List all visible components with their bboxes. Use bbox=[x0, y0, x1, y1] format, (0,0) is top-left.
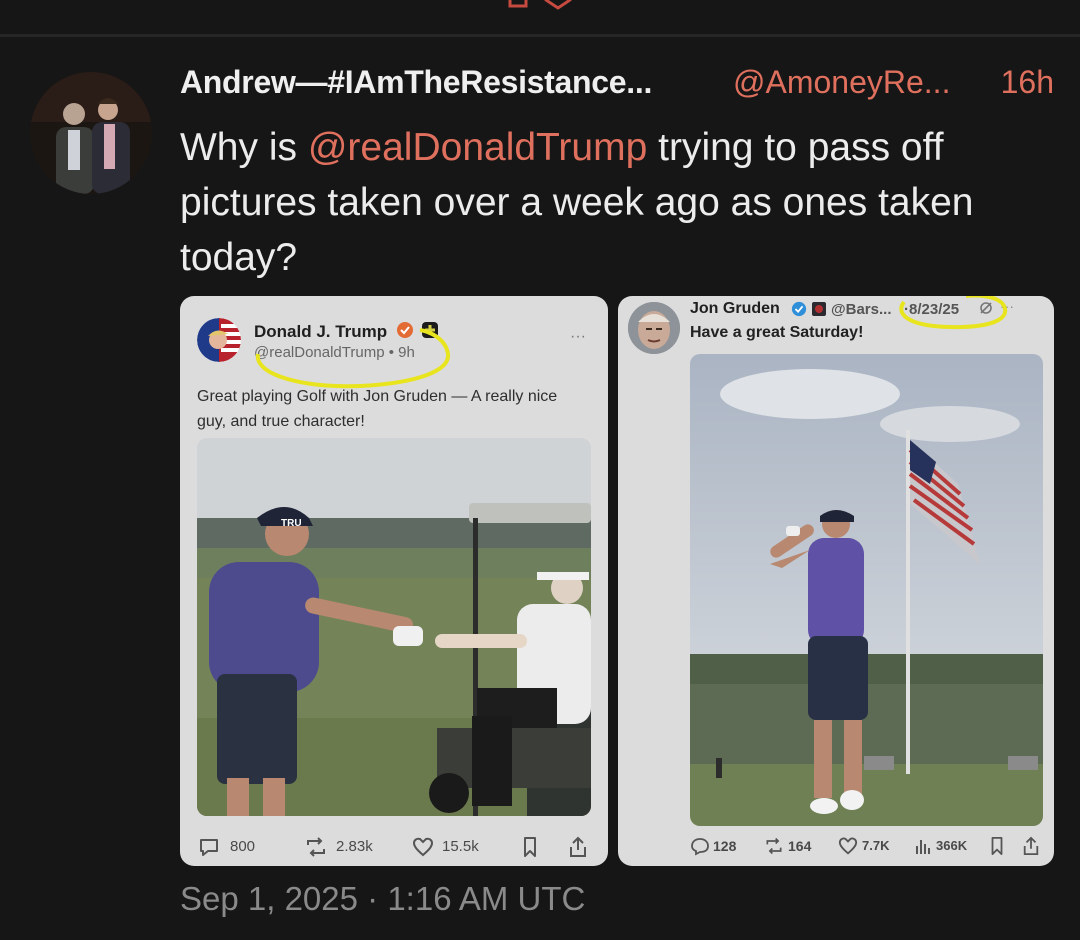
highlight-circle-annotation bbox=[899, 296, 1008, 330]
mention-link[interactable]: @realDonaldTrump bbox=[308, 126, 647, 169]
like-count-value: 7.7K bbox=[862, 838, 890, 853]
trump-post-text: Great playing Golf with Jon Gruden — A r… bbox=[197, 388, 558, 430]
bookmark-icon[interactable] bbox=[520, 836, 540, 858]
reply-count-value: 128 bbox=[713, 838, 737, 854]
gruden-avatar bbox=[628, 302, 680, 354]
tweet-relative-time[interactable]: 16h bbox=[1001, 64, 1054, 101]
top-cropped-icon bbox=[508, 0, 572, 10]
trump-avatar bbox=[197, 318, 241, 362]
view-count-value: 366K bbox=[936, 838, 968, 853]
golf-photo-handshake[interactable]: TRU bbox=[197, 438, 591, 816]
repost-count: 2.83k bbox=[336, 838, 373, 855]
bar-chart-icon[interactable] bbox=[914, 836, 932, 856]
affiliate-badge-icon bbox=[812, 302, 826, 316]
author-handle[interactable]: @AmoneyRe... bbox=[733, 64, 950, 101]
top-divider bbox=[0, 34, 1080, 37]
embedded-screenshot-gruden-post[interactable]: Jon Gruden @Bars... ·8/23/25 ··· Have a … bbox=[618, 296, 1054, 866]
author-display-name[interactable]: Andrew—#IAmTheResistance... bbox=[180, 64, 652, 101]
media-gap bbox=[608, 296, 618, 866]
tweet-header: Andrew—#IAmTheResistance... @AmoneyRe...… bbox=[180, 64, 1060, 108]
more-options-icon[interactable]: ··· bbox=[570, 328, 586, 346]
gruden-post-text: Have a great Saturday! bbox=[690, 324, 864, 341]
reply-icon[interactable] bbox=[198, 836, 220, 858]
tweet-media[interactable]: Donald J. Trump @realDonaldTrump • 9h ··… bbox=[180, 296, 1054, 866]
share-icon[interactable] bbox=[568, 835, 588, 859]
gruden-author-name[interactable]: Jon Gruden bbox=[690, 300, 780, 318]
embedded-screenshot-trump-post[interactable]: Donald J. Trump @realDonaldTrump • 9h ··… bbox=[180, 296, 608, 866]
heart-icon[interactable] bbox=[412, 836, 434, 858]
highlight-circle-annotation bbox=[255, 328, 451, 389]
heart-icon[interactable] bbox=[838, 836, 858, 856]
like-count: 7.7K bbox=[862, 838, 889, 853]
verified-badge-icon bbox=[791, 301, 807, 317]
view-count: 366K bbox=[936, 838, 967, 853]
avatar[interactable] bbox=[30, 72, 152, 194]
repost-count-value: 164 bbox=[788, 838, 812, 854]
repost-icon[interactable] bbox=[304, 836, 328, 858]
tweet-text: Why is @realDonaldTrump trying to pass o… bbox=[180, 120, 1050, 285]
gruden-handle[interactable]: @Bars... bbox=[831, 301, 891, 318]
golf-photo-swing[interactable] bbox=[690, 354, 1043, 826]
reply-icon[interactable] bbox=[690, 836, 710, 856]
repost-icon[interactable] bbox=[764, 836, 784, 856]
share-icon[interactable] bbox=[1022, 835, 1040, 857]
repost-count: 164 bbox=[788, 838, 811, 854]
reply-count: 128 bbox=[713, 838, 736, 854]
reply-count: 800 bbox=[230, 838, 256, 855]
like-count: 15.5k bbox=[442, 838, 479, 855]
cap-logo-text: TRU bbox=[281, 518, 302, 529]
tweet-text-before: Why is bbox=[180, 126, 308, 169]
bookmark-icon[interactable] bbox=[988, 836, 1006, 856]
tweet-timestamp[interactable]: Sep 1, 2025 · 1:16 AM UTC bbox=[180, 880, 585, 918]
